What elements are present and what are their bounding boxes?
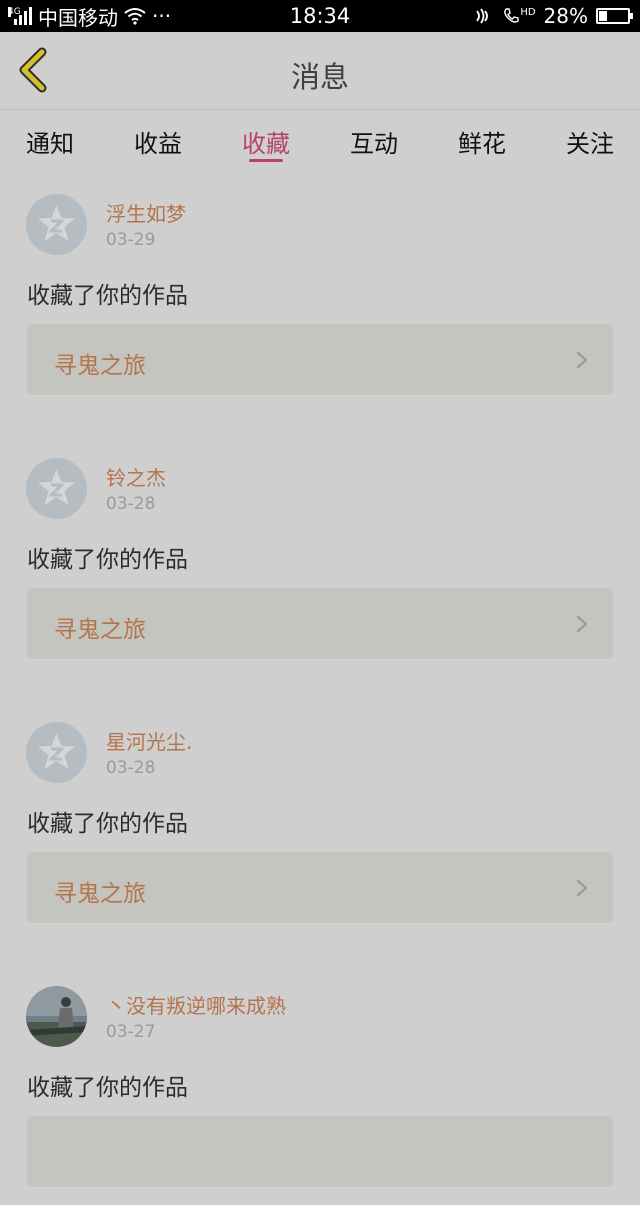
default-qq-avatar-icon (26, 458, 87, 519)
item-date: 03-29 (106, 230, 156, 250)
chevron-right-icon (576, 615, 588, 633)
chevron-right-icon (576, 879, 588, 897)
list-item: 星河光尘. 03-28 收藏了你的作品 寻鬼之旅 (0, 696, 640, 941)
battery-icon (596, 8, 633, 24)
list-item: 浮生如梦 03-29 收藏了你的作品 寻鬼之旅 (0, 168, 640, 413)
tab-earnings[interactable]: 收益 (134, 110, 182, 168)
hd-call-icon: HD (502, 7, 536, 25)
battery-percent: 28% (543, 4, 588, 28)
tab-notifications[interactable]: 通知 (26, 110, 74, 168)
chevron-right-icon (576, 351, 588, 369)
hd-label: HD (520, 7, 536, 18)
work-title: 寻鬼之旅 (54, 881, 146, 907)
activity-message: 收藏了你的作品 (27, 547, 188, 573)
avatar[interactable] (26, 722, 87, 783)
default-qq-avatar-icon (26, 194, 87, 255)
user-name[interactable]: 丶没有叛逆哪来成熟 (106, 990, 286, 1019)
tab-interactions[interactable]: 互动 (350, 110, 398, 168)
status-bar: 4G 中国移动 ··· 18:34 HD 28% (0, 0, 640, 32)
tab-flowers[interactable]: 鲜花 (458, 110, 506, 168)
activity-message: 收藏了你的作品 (27, 1075, 188, 1101)
photo-avatar-icon (26, 986, 87, 1047)
work-link[interactable]: 寻鬼之旅 (27, 324, 613, 395)
avatar[interactable] (26, 194, 87, 255)
work-link[interactable]: 寻鬼之旅 (27, 588, 613, 659)
default-qq-avatar-icon (26, 722, 87, 783)
item-date: 03-27 (106, 1022, 156, 1042)
tab-favorites[interactable]: 收藏 (242, 110, 290, 168)
user-name[interactable]: 星河光尘. (106, 726, 192, 755)
work-title: 寻鬼之旅 (54, 617, 146, 643)
work-link[interactable] (27, 1116, 613, 1187)
activity-message: 收藏了你的作品 (27, 811, 188, 837)
list-item: 丶没有叛逆哪来成熟 03-27 收藏了你的作品 (0, 960, 640, 1205)
tab-bar: 通知 收益 收藏 互动 鲜花 关注 (0, 110, 640, 168)
list-item: 铃之杰 03-28 收藏了你的作品 寻鬼之旅 (0, 432, 640, 677)
activity-message: 收藏了你的作品 (27, 283, 188, 309)
page-title: 消息 (290, 60, 349, 94)
user-name[interactable]: 铃之杰 (106, 462, 166, 491)
work-link[interactable]: 寻鬼之旅 (27, 852, 613, 923)
top-navigation-bar: 消息 (0, 32, 640, 110)
favorites-feed: 浮生如梦 03-29 收藏了你的作品 寻鬼之旅 铃之杰 03-28 收藏了你的作… (0, 168, 640, 1205)
status-bar-right: HD 28% (474, 0, 633, 32)
battery-level (599, 11, 607, 21)
avatar[interactable] (26, 458, 87, 519)
work-title: 寻鬼之旅 (54, 353, 146, 379)
user-name[interactable]: 浮生如梦 (106, 198, 186, 227)
nfc-icon (476, 8, 489, 24)
tab-following[interactable]: 关注 (566, 110, 614, 168)
item-date: 03-28 (106, 494, 156, 514)
avatar[interactable] (26, 986, 87, 1047)
item-date: 03-28 (106, 758, 156, 778)
